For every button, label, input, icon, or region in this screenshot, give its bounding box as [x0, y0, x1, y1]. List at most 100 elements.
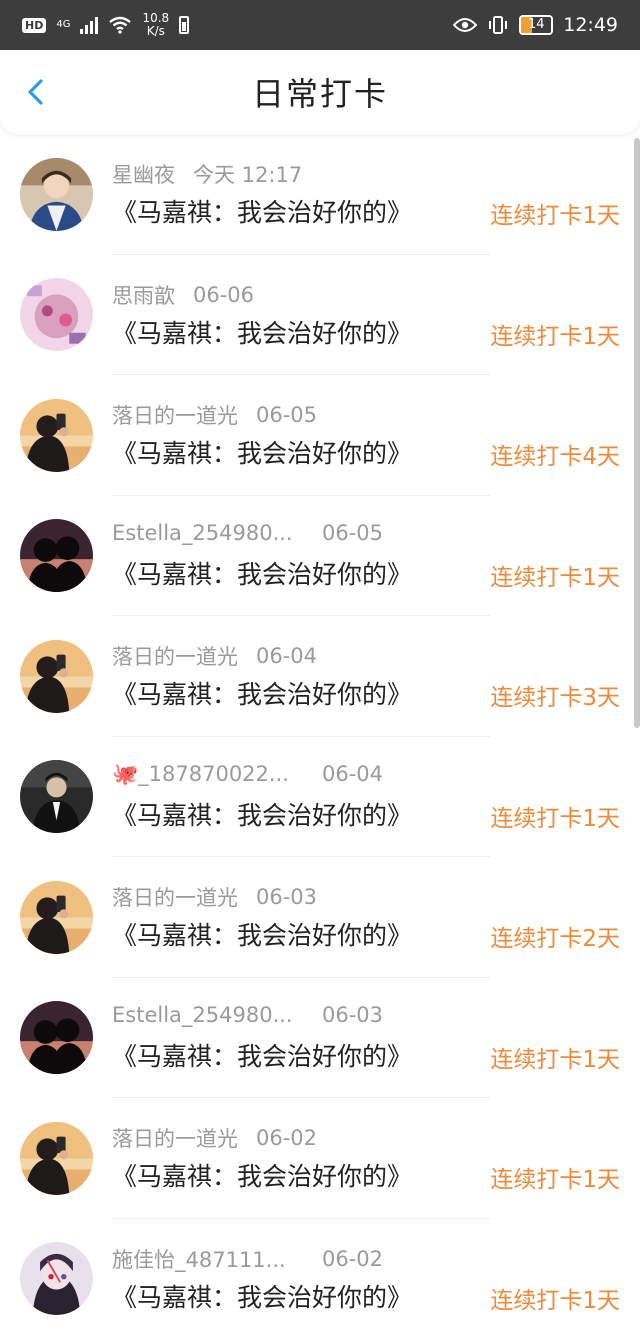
- checkin-list[interactable]: 星幽夜 今天 12:17 《马嘉祺：我会治好你的》 连续打卡1天 思雨歆 06-06 《马嘉…: [0, 134, 640, 1330]
- avatar[interactable]: [20, 1121, 93, 1195]
- entry-meta: 思雨歆 06-06: [112, 280, 254, 310]
- avatar[interactable]: [20, 1001, 93, 1075]
- battery-icon: 14: [519, 15, 554, 35]
- status-left: HD 4G 10.8 K/s: [22, 12, 190, 38]
- entry-body: 落日的一道光 06-03 《马嘉祺：我会治好你的》 连续打卡2天: [112, 857, 640, 978]
- streak-label: 连续打卡1天: [490, 1167, 620, 1193]
- list-item[interactable]: 思雨歆 06-06 《马嘉祺：我会治好你的》 连续打卡1天: [0, 255, 640, 376]
- user-name[interactable]: 施佳怡_487111...: [112, 1244, 322, 1274]
- user-name[interactable]: 🐙_187870022...: [112, 762, 322, 787]
- book-title[interactable]: 《马嘉祺：我会治好你的》: [112, 314, 412, 350]
- entry-date: 06-02: [256, 1126, 318, 1150]
- avatar[interactable]: [20, 639, 93, 713]
- entry-body: 施佳怡_487111... 06-02 《马嘉祺：我会治好你的》 连续打卡1天: [112, 1219, 640, 1330]
- entry-body: 思雨歆 06-06 《马嘉祺：我会治好你的》 连续打卡1天: [112, 255, 640, 376]
- entry-date: 06-04: [322, 762, 384, 786]
- entry-body: Estella_254980... 06-05 《马嘉祺：我会治好你的》 连续打卡1天: [112, 496, 640, 617]
- small-battery-icon: [179, 16, 190, 34]
- entry-meta: 星幽夜 今天 12:17: [112, 159, 302, 189]
- signal-icon: [80, 16, 99, 34]
- list-item[interactable]: Estella_254980... 06-05 《马嘉祺：我会治好你的》 连续打卡1天: [0, 496, 640, 617]
- status-bar: HD 4G 10.8 K/s 14 12:49: [0, 0, 640, 50]
- avatar[interactable]: [20, 760, 93, 834]
- entry-body: Estella_254980... 06-03 《马嘉祺：我会治好你的》 连续打卡1天: [112, 978, 640, 1099]
- user-name[interactable]: Estella_254980...: [112, 521, 322, 545]
- book-title[interactable]: 《马嘉祺：我会治好你的》: [112, 555, 412, 591]
- book-title[interactable]: 《马嘉祺：我会治好你的》: [112, 675, 412, 711]
- entry-meta: Estella_254980... 06-05: [112, 521, 383, 545]
- list-item[interactable]: 施佳怡_487111... 06-02 《马嘉祺：我会治好你的》 连续打卡1天: [0, 1219, 640, 1330]
- user-name[interactable]: 落日的一道光: [112, 882, 238, 912]
- hd-badge: HD: [22, 17, 47, 33]
- user-name[interactable]: 星幽夜: [112, 159, 175, 189]
- list-item[interactable]: 落日的一道光 06-03 《马嘉祺：我会治好你的》 连续打卡2天: [0, 857, 640, 978]
- streak-label: 连续打卡1天: [490, 564, 620, 591]
- entry-body: 星幽夜 今天 12:17 《马嘉祺：我会治好你的》 连续打卡1天: [112, 134, 640, 255]
- status-right: 14 12:49: [453, 14, 618, 36]
- streak-label: 连续打卡1天: [490, 323, 620, 350]
- streak-label: 连续打卡4天: [490, 444, 620, 470]
- entry-body: 落日的一道光 06-05 《马嘉祺：我会治好你的》 连续打卡4天: [112, 375, 640, 496]
- book-title[interactable]: 《马嘉祺：我会治好你的》: [112, 1278, 412, 1314]
- network-type: 4G: [56, 19, 71, 30]
- title-bar: 日常打卡: [0, 50, 640, 134]
- book-title[interactable]: 《马嘉祺：我会治好你的》: [112, 916, 412, 952]
- entry-meta: Estella_254980... 06-03: [112, 1003, 383, 1027]
- streak-label: 连续打卡1天: [490, 1287, 620, 1314]
- avatar[interactable]: [20, 1242, 93, 1316]
- clock: 12:49: [563, 14, 618, 36]
- network-speed: 10.8 K/s: [142, 12, 169, 38]
- user-name[interactable]: 思雨歆: [112, 280, 175, 310]
- list-item[interactable]: 星幽夜 今天 12:17 《马嘉祺：我会治好你的》 连续打卡1天: [0, 134, 640, 255]
- entry-meta: 落日的一道光 06-02: [112, 1123, 317, 1153]
- streak-label: 连续打卡1天: [490, 1046, 620, 1073]
- list-item[interactable]: Estella_254980... 06-03 《马嘉祺：我会治好你的》 连续打卡1天: [0, 978, 640, 1099]
- book-title[interactable]: 《马嘉祺：我会治好你的》: [112, 434, 412, 470]
- book-title[interactable]: 《马嘉祺：我会治好你的》: [112, 1037, 412, 1073]
- entry-date: 06-04: [256, 644, 318, 668]
- avatar[interactable]: [20, 278, 93, 352]
- entry-date: 06-02: [322, 1246, 384, 1271]
- entry-date: 06-06: [193, 282, 255, 307]
- user-name[interactable]: 落日的一道光: [112, 641, 238, 671]
- battery-level: 14: [527, 17, 545, 32]
- entry-date: 06-03: [322, 1002, 384, 1027]
- avatar[interactable]: [20, 519, 93, 593]
- speed-unit: K/s: [146, 24, 165, 38]
- avatar[interactable]: [20, 880, 93, 954]
- entry-body: 🐙_187870022... 06-04 《马嘉祺：我会治好你的》 连续打卡1天: [112, 737, 640, 858]
- entry-body: 落日的一道光 06-02 《马嘉祺：我会治好你的》 连续打卡1天: [112, 1098, 640, 1219]
- chevron-left-icon[interactable]: [22, 78, 50, 106]
- vibrate-icon: [489, 16, 508, 34]
- entry-date: 06-05: [256, 403, 318, 427]
- entry-body: 落日的一道光 06-04 《马嘉祺：我会治好你的》 连续打卡3天: [112, 616, 640, 737]
- streak-label: 连续打卡2天: [490, 926, 620, 952]
- list-item[interactable]: 落日的一道光 06-05 《马嘉祺：我会治好你的》 连续打卡4天: [0, 375, 640, 496]
- entry-date: 今天 12:17: [193, 163, 303, 187]
- avatar[interactable]: [20, 157, 93, 231]
- entry-meta: 施佳怡_487111... 06-02: [112, 1244, 383, 1274]
- entry-date: 06-05: [322, 520, 384, 545]
- streak-label: 连续打卡3天: [490, 685, 620, 711]
- page-title: 日常打卡: [251, 75, 388, 113]
- user-name[interactable]: Estella_254980...: [112, 1003, 322, 1027]
- entry-meta: 落日的一道光 06-03: [112, 882, 317, 912]
- eye-icon: [453, 18, 478, 32]
- entry-date: 06-03: [256, 885, 318, 909]
- book-title[interactable]: 《马嘉祺：我会治好你的》: [112, 193, 412, 229]
- entry-meta: 落日的一道光 06-05: [112, 400, 317, 430]
- avatar[interactable]: [20, 398, 93, 472]
- wifi-icon: [109, 16, 132, 34]
- book-title[interactable]: 《马嘉祺：我会治好你的》: [112, 796, 412, 832]
- streak-label: 连续打卡1天: [490, 203, 620, 229]
- book-title[interactable]: 《马嘉祺：我会治好你的》: [112, 1157, 412, 1193]
- list-item[interactable]: 🐙_187870022... 06-04 《马嘉祺：我会治好你的》 连续打卡1天: [0, 737, 640, 858]
- user-name[interactable]: 落日的一道光: [112, 400, 238, 430]
- list-item[interactable]: 落日的一道光 06-04 《马嘉祺：我会治好你的》 连续打卡3天: [0, 616, 640, 737]
- speed-value: 10.8: [142, 11, 170, 25]
- entry-meta: 🐙_187870022... 06-04: [112, 762, 383, 787]
- user-name[interactable]: 落日的一道光: [112, 1123, 238, 1153]
- list-item[interactable]: 落日的一道光 06-02 《马嘉祺：我会治好你的》 连续打卡1天: [0, 1098, 640, 1219]
- entry-meta: 落日的一道光 06-04: [112, 641, 317, 671]
- streak-label: 连续打卡1天: [490, 805, 620, 832]
